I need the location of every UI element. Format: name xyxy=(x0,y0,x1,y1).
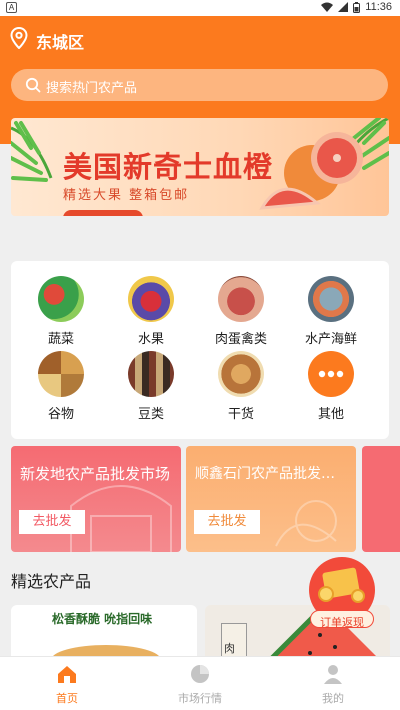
category-label: 谷物 xyxy=(47,407,74,422)
category-label: 水产海鲜 xyxy=(304,332,357,347)
badge-label: 订单返现 xyxy=(320,616,364,629)
signal-icon xyxy=(338,2,349,12)
category-vegetables[interactable]: 蔬菜 xyxy=(26,276,96,347)
market-card-xinfadi[interactable]: 新发地农产品批发市场 去批发 xyxy=(11,446,181,552)
fruits-icon xyxy=(128,276,174,322)
beans-icon xyxy=(128,351,174,397)
home-icon xyxy=(58,666,76,683)
dried-goods-icon xyxy=(218,351,264,397)
category-label: 干货 xyxy=(227,407,254,422)
tab-market-quotes[interactable]: 市场行情 xyxy=(160,663,240,706)
tab-label: 市场行情 xyxy=(178,692,222,705)
palm-leaves-decoration xyxy=(11,121,53,182)
banner-subtitle: 精选大果 整箱包邮 xyxy=(63,188,190,203)
category-fruits[interactable]: 水果 xyxy=(116,276,186,347)
meat-egg-icon xyxy=(218,276,264,322)
market-name: 顺鑫石门农产品批发… xyxy=(195,466,335,482)
status-bar: A 11:36 xyxy=(0,0,400,16)
status-time: 11:36 xyxy=(365,1,392,13)
category-label: 其他 xyxy=(317,407,344,422)
battery-icon xyxy=(353,1,361,13)
tab-label: 首页 xyxy=(56,692,78,705)
more-icon xyxy=(308,351,354,397)
category-meat-egg[interactable]: 肉蛋禽类 xyxy=(206,276,276,347)
category-label: 肉蛋禽类 xyxy=(214,332,267,347)
produce-illustration xyxy=(275,500,337,547)
category-label: 蔬菜 xyxy=(47,332,74,347)
seafood-icon xyxy=(308,276,354,322)
category-dried-goods[interactable]: 干货 xyxy=(206,351,276,422)
category-label: 水果 xyxy=(137,332,164,347)
banner-title: 美国新奇士血橙 xyxy=(63,150,274,184)
wholesale-button[interactable]: 去批发 xyxy=(19,510,85,534)
category-grid: 蔬菜 水果 肉蛋禽类 水产海鲜 谷物 豆类 干货 其他 xyxy=(11,261,389,439)
location-pin-icon[interactable] xyxy=(10,27,28,49)
grains-icon xyxy=(38,351,84,397)
market-card-partial[interactable] xyxy=(362,446,400,552)
bottom-tab-bar: 首页 市场行情 我的 xyxy=(0,656,400,710)
order-cashback-badge[interactable]: 订单返现 xyxy=(306,556,378,630)
search-placeholder: 搜索热门农产品 xyxy=(46,81,138,96)
app-notification-icon: A xyxy=(6,2,17,13)
banner-cta-button[interactable] xyxy=(63,210,143,216)
category-beans[interactable]: 豆类 xyxy=(116,351,186,422)
location-label[interactable]: 东城区 xyxy=(36,29,84,53)
blood-orange-image xyxy=(259,132,363,210)
wifi-icon xyxy=(321,2,334,12)
market-name: 新发地农产品批发市场 xyxy=(20,465,171,483)
promo-banner[interactable]: 美国新奇士血橙 精选大果 整箱包邮 xyxy=(11,118,389,216)
user-icon xyxy=(324,665,342,684)
search-icon xyxy=(25,77,41,93)
product-label: 肉 xyxy=(224,642,235,655)
product-headline: 松香酥脆 吮指回味 xyxy=(52,612,153,626)
tab-home[interactable]: 首页 xyxy=(27,663,107,706)
tab-label: 我的 xyxy=(322,692,344,705)
category-label: 豆类 xyxy=(137,407,164,422)
vegetables-icon xyxy=(38,276,84,322)
market-building-illustration xyxy=(70,485,172,552)
category-other[interactable]: 其他 xyxy=(296,351,366,422)
pie-chart-icon xyxy=(191,665,209,683)
search-input[interactable]: 搜索热门农产品 xyxy=(11,69,388,101)
wholesale-button[interactable]: 去批发 xyxy=(194,510,260,534)
category-seafood[interactable]: 水产海鲜 xyxy=(296,276,366,347)
market-card-shunxin[interactable]: 顺鑫石门农产品批发… 去批发 xyxy=(186,446,356,552)
featured-section-title: 精选农产品 xyxy=(11,572,92,591)
badge-label-pill: 订单返现 xyxy=(310,610,374,629)
tab-profile[interactable]: 我的 xyxy=(293,663,373,706)
category-grains[interactable]: 谷物 xyxy=(26,351,96,422)
